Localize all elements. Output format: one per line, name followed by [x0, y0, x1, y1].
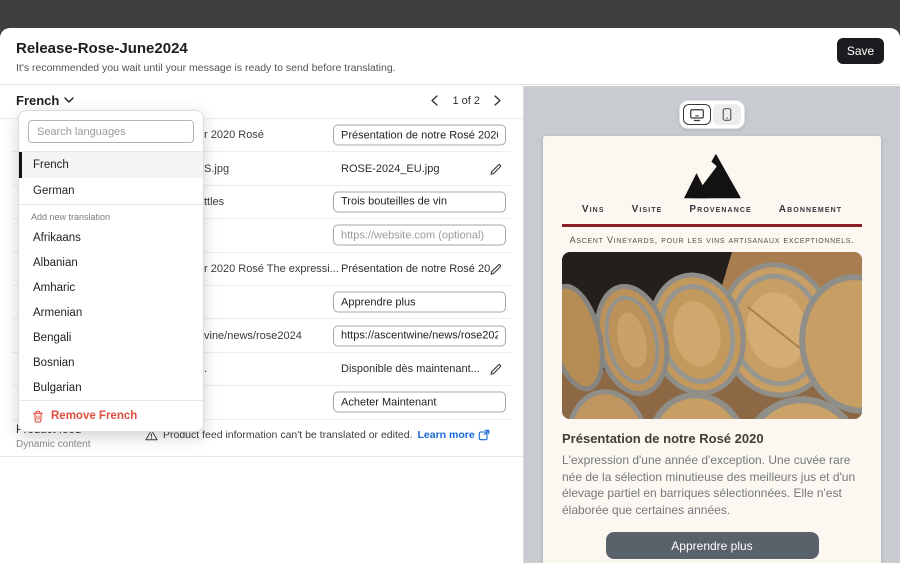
email-nav-item: Provenance: [689, 204, 751, 215]
email-nav: Vins Visite Provenance Abonnement: [562, 204, 862, 215]
mobile-view-button[interactable]: [713, 104, 741, 125]
add-new-translation-label: Add new translation: [19, 205, 203, 225]
language-dropdown: French German Add new translation Afrika…: [18, 110, 204, 432]
email-section-heading: Présentation de notre Rosé 2020: [562, 431, 862, 446]
email-nav-item: Vins: [582, 204, 605, 215]
page-sheet: Release-Rose-June2024 It's recommended y…: [0, 28, 900, 563]
translation-text: Présentation de notre Rosé 2020 L'...: [341, 263, 491, 275]
email-preview-card: Vins Visite Provenance Abonnement Ascent…: [543, 136, 881, 563]
brand-logo-mountain-icon: [683, 153, 741, 199]
translation-input[interactable]: [333, 325, 506, 346]
remove-french-label: Remove French: [51, 410, 137, 422]
language-item-bosnian[interactable]: Bosnian: [19, 350, 203, 375]
original-text: r 2020 Rosé: [204, 129, 264, 141]
language-selector-label: French: [16, 93, 59, 108]
original-text: vine/news/rose2024: [204, 330, 302, 342]
translation-text: Disponible dès maintenant...: [341, 363, 480, 375]
pencil-icon[interactable]: [489, 162, 503, 176]
email-divider-rule: [562, 224, 862, 227]
translation-input[interactable]: [333, 125, 506, 146]
language-item-french[interactable]: French: [19, 152, 203, 178]
pencil-icon[interactable]: [489, 262, 503, 276]
page-subtitle: It's recommended you wait until your mes…: [16, 62, 396, 74]
translation-input[interactable]: [333, 191, 506, 212]
original-text: .: [204, 363, 207, 375]
email-cta-button: Apprendre plus: [606, 532, 819, 559]
preview-panel: Vins Visite Provenance Abonnement Ascent…: [524, 86, 900, 563]
language-selector-trigger[interactable]: French: [16, 93, 74, 108]
learn-more-link[interactable]: Learn more: [418, 429, 490, 441]
page-header: Release-Rose-June2024 It's recommended y…: [0, 28, 900, 85]
original-text: S.jpg: [204, 163, 229, 175]
email-tagline: Ascent Vineyards, pour les vins artisana…: [562, 235, 862, 245]
language-search-input[interactable]: [28, 120, 194, 143]
language-item-bengali[interactable]: Bengali: [19, 325, 203, 350]
mobile-icon: [722, 107, 732, 122]
pencil-icon[interactable]: [489, 362, 503, 376]
language-item-bulgarian[interactable]: Bulgarian: [19, 375, 203, 400]
pagination-label: 1 of 2: [452, 95, 480, 107]
translation-input[interactable]: [333, 292, 506, 313]
chevron-right-icon[interactable]: [492, 93, 503, 108]
product-feed-subtitle: Dynamic content: [16, 439, 90, 450]
language-item-german[interactable]: German: [19, 178, 203, 204]
translation-input[interactable]: [333, 392, 506, 413]
language-item-afrikaans[interactable]: Afrikaans: [19, 225, 203, 250]
chevron-down-icon: [64, 97, 74, 104]
external-link-icon: [478, 429, 490, 441]
wine-barrels-image: [562, 252, 862, 419]
remove-french-button[interactable]: Remove French: [19, 401, 203, 431]
email-nav-item: Abonnement: [779, 204, 842, 215]
page-title: Release-Rose-June2024: [16, 40, 188, 57]
pagination: 1 of 2: [429, 93, 503, 108]
language-item-amharic[interactable]: Amharic: [19, 275, 203, 300]
original-text: r 2020 Rosé The expressi...: [204, 263, 339, 275]
desktop-view-button[interactable]: [683, 104, 711, 125]
email-nav-item: Visite: [632, 204, 663, 215]
save-button[interactable]: Save: [837, 38, 884, 64]
preview-device-toggle: [679, 100, 745, 129]
translation-input[interactable]: [333, 225, 506, 246]
chevron-left-icon[interactable]: [429, 93, 440, 108]
trash-icon: [32, 410, 44, 423]
desktop-icon: [689, 108, 705, 122]
language-item-albanian[interactable]: Albanian: [19, 250, 203, 275]
email-section-body: L'expression d'une année d'exception. Un…: [562, 452, 862, 518]
language-item-armenian[interactable]: Armenian: [19, 300, 203, 325]
original-text: ttles: [204, 196, 224, 208]
translation-text: ROSE-2024_EU.jpg: [341, 163, 439, 175]
